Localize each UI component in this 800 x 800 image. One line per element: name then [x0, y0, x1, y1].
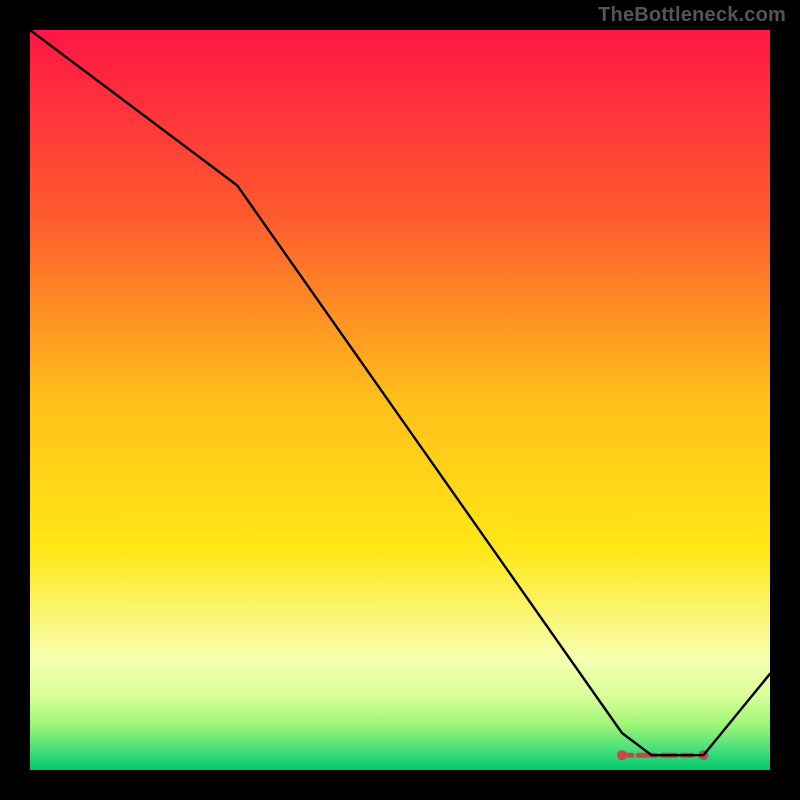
gradient-background: [30, 30, 770, 770]
chart-container: TheBottleneck.com: [0, 0, 800, 800]
plot-area: [30, 30, 770, 770]
chart-svg: [30, 30, 770, 770]
watermark-text: TheBottleneck.com: [598, 4, 786, 27]
